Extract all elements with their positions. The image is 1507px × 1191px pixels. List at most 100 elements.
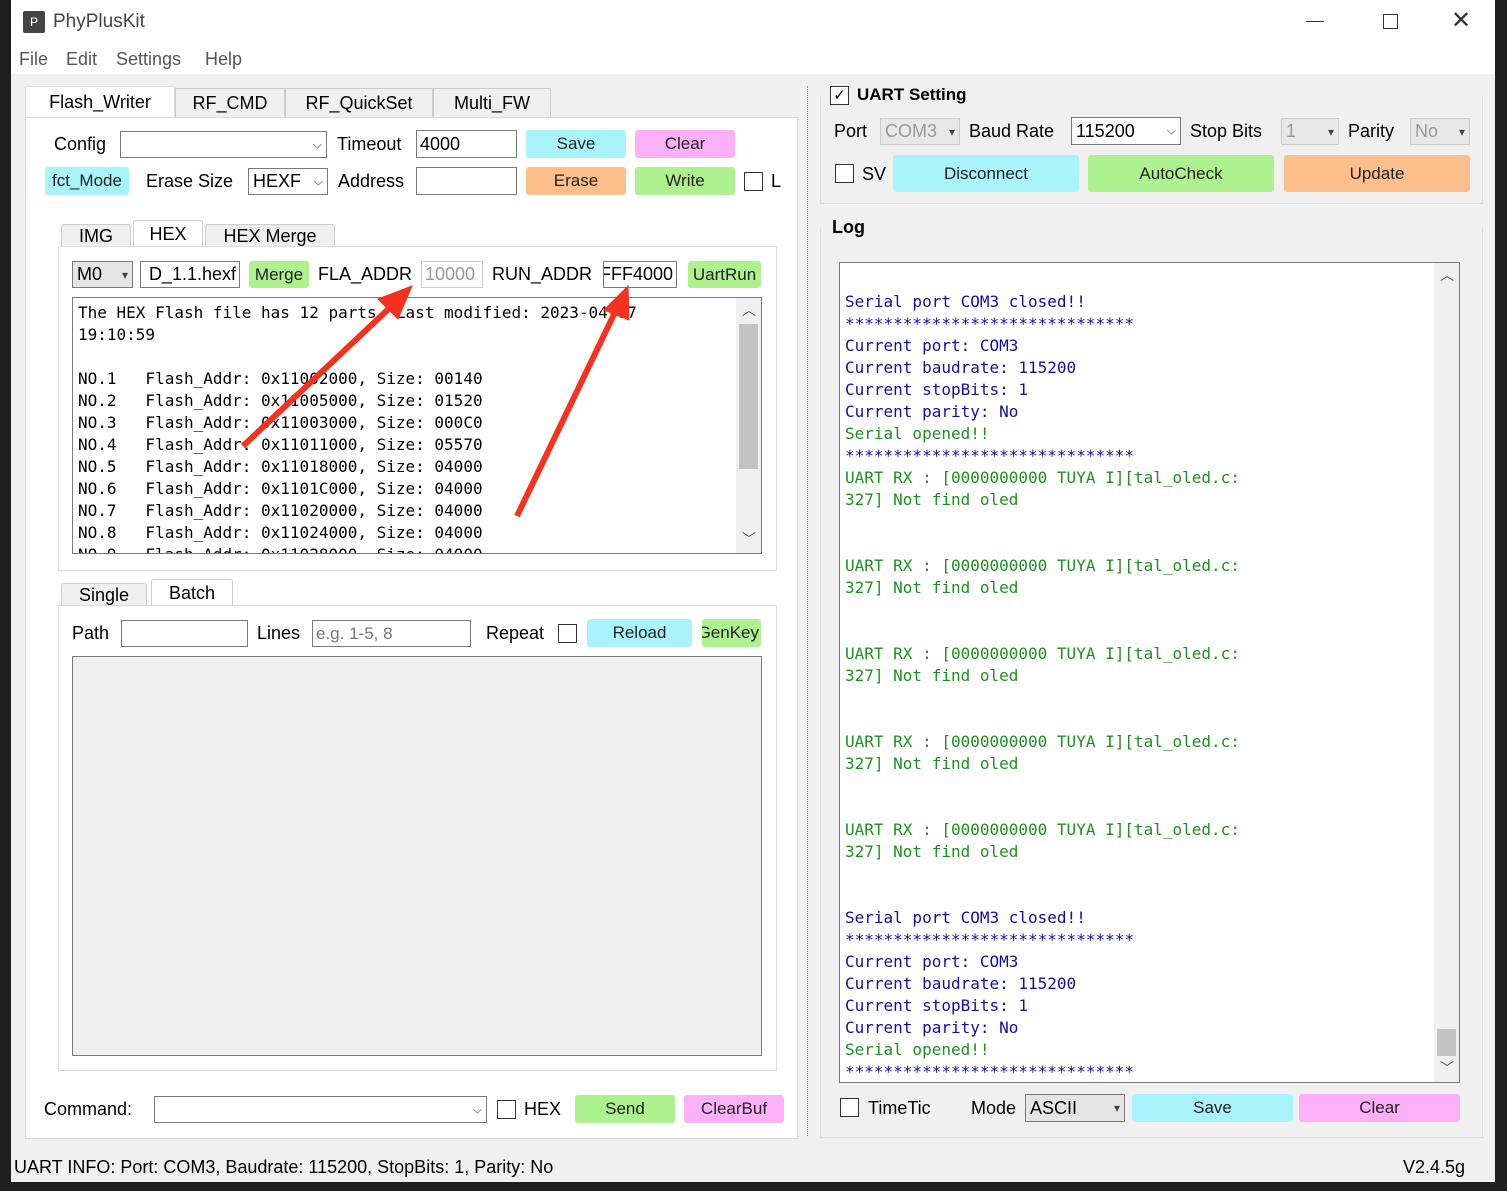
- reload-button[interactable]: Reload: [587, 619, 692, 647]
- core-select[interactable]: M0 ▾: [72, 261, 133, 288]
- lines-label: Lines: [257, 623, 301, 643]
- tab-multi-fw[interactable]: Multi_FW: [433, 88, 551, 118]
- lines-input[interactable]: [312, 620, 471, 647]
- uartrun-button[interactable]: UartRun: [688, 261, 761, 288]
- stop-bits-select[interactable]: 1 ▾: [1281, 118, 1339, 145]
- hex-info-line: NO.2 Flash_Addr: 0x11005000, Size: 01520: [78, 391, 483, 410]
- save-button[interactable]: Save: [526, 130, 626, 158]
- log-save-button[interactable]: Save: [1132, 1094, 1293, 1122]
- clearbuf-button[interactable]: ClearBuf: [684, 1095, 784, 1123]
- tab-flash-writer[interactable]: Flash_Writer: [25, 86, 175, 118]
- log-line: Serial port COM3 closed!!: [845, 292, 1086, 311]
- send-button[interactable]: Send: [575, 1095, 675, 1123]
- tab-rf-cmd[interactable]: RF_CMD: [175, 88, 285, 118]
- timeout-input[interactable]: 4000: [416, 130, 517, 158]
- sv-checkbox[interactable]: [835, 164, 854, 183]
- chevron-down-icon: ▾: [1327, 124, 1334, 139]
- port-select[interactable]: COM3 ▾: [880, 118, 960, 145]
- close-icon[interactable]: ✕: [1451, 8, 1471, 34]
- tab-batch[interactable]: Batch: [151, 579, 233, 606]
- log-line: ******************************: [845, 446, 1134, 465]
- chevron-down-icon: ⌵: [312, 137, 322, 151]
- hex-info-text: The HEX Flash file has 12 parts. Last mo…: [72, 297, 762, 554]
- log-line: Current stopBits: 1: [845, 380, 1029, 399]
- log-scrollbar[interactable]: ︿ ﹀: [1434, 263, 1459, 1082]
- menu-edit[interactable]: Edit: [66, 49, 97, 70]
- write-button[interactable]: Write: [635, 167, 735, 195]
- log-scrollbar-thumb[interactable]: [1437, 1029, 1456, 1056]
- hex-info-line: [78, 347, 637, 369]
- menu-bar: File Edit Settings Help: [11, 44, 1495, 74]
- log-line: Current parity: No: [845, 402, 1019, 421]
- baud-rate-select[interactable]: 115200 ⌵: [1071, 117, 1181, 145]
- mode-select[interactable]: ASCII ▾: [1025, 1094, 1125, 1122]
- splitter-handle[interactable]: [807, 86, 810, 1136]
- hex-file-input[interactable]: D_1.1.hexf: [140, 261, 240, 288]
- hex-scrollbar-thumb[interactable]: [739, 324, 758, 469]
- update-button[interactable]: Update: [1284, 155, 1470, 192]
- log-line: Serial opened!!: [845, 424, 990, 443]
- log-line: Serial opened!!: [845, 1040, 990, 1059]
- merge-button[interactable]: Merge: [249, 261, 309, 288]
- scroll-up-icon[interactable]: ︿: [742, 300, 756, 320]
- hex-info-line: NO.4 Flash_Addr: 0x11011000, Size: 05570: [78, 435, 483, 454]
- erase-size-select[interactable]: HEXF ⌵: [248, 168, 328, 195]
- repeat-label: Repeat: [486, 623, 545, 643]
- chevron-down-icon: ⌵: [1166, 123, 1176, 138]
- chevron-down-icon: ⌵: [472, 1102, 482, 1116]
- stop-bits-label: Stop Bits: [1190, 121, 1263, 141]
- repeat-checkbox[interactable]: [558, 624, 577, 643]
- port-label: Port: [834, 121, 868, 141]
- scroll-down-icon[interactable]: ﹀: [742, 529, 756, 549]
- command-label: Command:: [44, 1099, 133, 1119]
- command-select[interactable]: ⌵: [154, 1096, 487, 1123]
- parity-select[interactable]: No ▾: [1410, 118, 1470, 145]
- log-line: 327] Not find oled: [845, 490, 1019, 509]
- tab-rf-quickset[interactable]: RF_QuickSet: [285, 88, 433, 118]
- minimize-icon[interactable]: [1306, 21, 1324, 22]
- status-text: UART INFO: Port: COM3, Baudrate: 115200,…: [14, 1157, 554, 1177]
- batch-list[interactable]: [72, 656, 762, 1056]
- tab-hex[interactable]: HEX: [133, 220, 203, 247]
- address-input[interactable]: [416, 167, 517, 195]
- clear-button[interactable]: Clear: [635, 130, 735, 158]
- menu-help[interactable]: Help: [205, 49, 242, 70]
- log-line: ******************************: [845, 930, 1134, 949]
- timetic-label: TimeTic: [868, 1098, 931, 1118]
- log-line: 327] Not find oled: [845, 842, 1019, 861]
- tab-img[interactable]: IMG: [61, 224, 131, 247]
- log-clear-button[interactable]: Clear: [1299, 1094, 1460, 1122]
- log-line: UART RX : [0000000000 TUYA I][tal_oled.c…: [845, 820, 1240, 839]
- path-input[interactable]: [121, 620, 248, 647]
- l-checkbox[interactable]: [744, 172, 763, 191]
- genkey-button[interactable]: GenKey: [702, 619, 761, 647]
- run-addr-input[interactable]: FFF4000: [603, 261, 677, 288]
- hex-checkbox[interactable]: [497, 1100, 516, 1119]
- timetic-checkbox[interactable]: [840, 1098, 859, 1117]
- fla-addr-input[interactable]: 10000: [421, 261, 483, 288]
- erase-button[interactable]: Erase: [526, 167, 626, 195]
- log-line: UART RX : [0000000000 TUYA I][tal_oled.c…: [845, 468, 1240, 487]
- disconnect-button[interactable]: Disconnect: [893, 155, 1079, 192]
- hex-info-line: NO.6 Flash_Addr: 0x1101C000, Size: 04000: [78, 479, 483, 498]
- log-line: UART RX : [0000000000 TUYA I][tal_oled.c…: [845, 732, 1240, 751]
- autocheck-button[interactable]: AutoCheck: [1088, 155, 1274, 192]
- config-select[interactable]: ⌵: [120, 131, 327, 158]
- log-output[interactable]: Serial port COM3 closed!! ***************…: [839, 262, 1460, 1083]
- chevron-down-icon: ▾: [121, 267, 128, 282]
- menu-settings[interactable]: Settings: [116, 49, 181, 70]
- log-line: UART RX : [0000000000 TUYA I][tal_oled.c…: [845, 644, 1240, 663]
- scroll-up-icon[interactable]: ︿: [1440, 265, 1454, 285]
- menu-file[interactable]: File: [19, 49, 48, 70]
- scroll-down-icon[interactable]: ﹀: [1440, 1058, 1454, 1078]
- tab-single[interactable]: Single: [61, 583, 147, 606]
- log-line: 327] Not find oled: [845, 754, 1019, 773]
- fct-mode-button[interactable]: fct_Mode: [45, 167, 129, 195]
- log-line: Current parity: No: [845, 1018, 1019, 1037]
- hex-scrollbar[interactable]: ︿ ﹀: [736, 298, 761, 553]
- maximize-icon[interactable]: [1383, 14, 1398, 29]
- tab-hex-merge[interactable]: HEX Merge: [205, 224, 335, 247]
